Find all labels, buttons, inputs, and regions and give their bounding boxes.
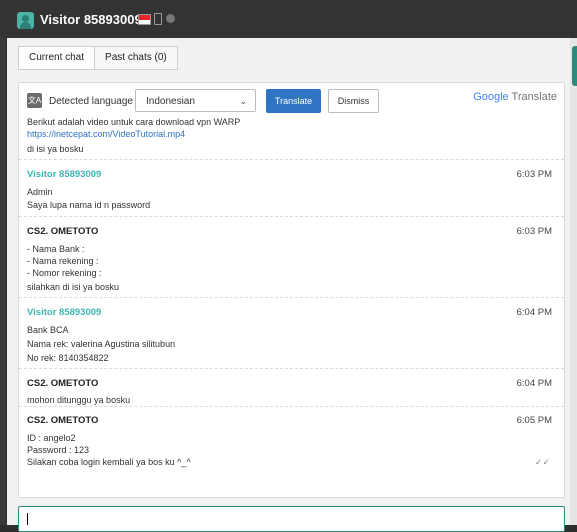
indonesia-flag-icon xyxy=(138,14,151,25)
visitor-title: Visitor 85893009 xyxy=(40,12,142,27)
message-item: Visitor 85893009 6:03 PM Admin Saya lupa… xyxy=(19,160,564,217)
message-line: Admin xyxy=(27,187,53,197)
message-time: 6:04 PM xyxy=(516,307,552,318)
message-line: Password : 123 xyxy=(27,445,90,455)
chat-transcript[interactable]: 文A Detected language Indonesian ⌄ Transl… xyxy=(18,82,565,498)
message-sender: Visitor 85893009 xyxy=(27,307,102,318)
message-time: 6:03 PM xyxy=(516,226,552,237)
message-time: 6:05 PM xyxy=(516,415,552,426)
translate-wordmark: Translate xyxy=(511,91,557,103)
google-translate-logo: Google Translate xyxy=(473,91,557,103)
dismiss-button[interactable]: Dismiss xyxy=(328,89,379,113)
message-line: di isi ya bosku xyxy=(27,144,84,154)
chevron-down-icon: ⌄ xyxy=(239,96,247,106)
message-line: - Nama rekening : xyxy=(27,256,99,266)
language-select[interactable]: Indonesian ⌄ xyxy=(135,89,256,112)
message-link[interactable]: https://inetcepat.com/VideoTutorial.mp4 xyxy=(27,129,185,139)
message-time: 6:03 PM xyxy=(516,169,552,180)
message-line: - Nomor rekening : xyxy=(27,268,102,278)
message-item: CS2. OMETOTO 6:04 PM mohon ditunggu ya b… xyxy=(19,369,564,407)
google-wordmark: Google xyxy=(473,91,509,103)
message-item: Berikut adalah video untuk cara download… xyxy=(19,117,564,160)
translate-language-icon: 文A xyxy=(27,93,42,108)
tab-current-chat[interactable]: Current chat xyxy=(18,46,96,70)
message-list: Berikut adalah video untuk cara download… xyxy=(19,117,564,477)
message-sender: CS2. OMETOTO xyxy=(27,378,99,389)
tab-past-chats[interactable]: Past chats (0) xyxy=(95,46,178,70)
left-window-strip xyxy=(0,0,6,525)
message-sender: Visitor 85893009 xyxy=(27,169,102,180)
message-sender: CS2. OMETOTO xyxy=(27,415,99,426)
chat-tabs: Current chat Past chats (0) xyxy=(18,46,178,70)
message-line: Nama rek: valerina Agustina silitubun xyxy=(27,339,176,349)
message-line: Berikut adalah video untuk cara download… xyxy=(27,117,241,127)
detected-language-label: Detected language xyxy=(49,96,133,107)
message-sender: CS2. OMETOTO xyxy=(27,226,99,237)
message-line: silahkan di isi ya bosku xyxy=(27,282,120,292)
chat-header: Visitor 85893009 xyxy=(0,0,577,38)
text-caret xyxy=(27,513,28,525)
language-select-value: Indonesian xyxy=(146,96,195,107)
message-line: No rek: 8140354822 xyxy=(27,353,109,363)
message-input[interactable] xyxy=(18,506,565,532)
translate-button[interactable]: Translate xyxy=(266,89,321,113)
message-line: Bank BCA xyxy=(27,325,69,335)
message-line: Silakan coba login kembali ya bos ku ^_^ xyxy=(27,457,191,467)
message-item: Visitor 85893009 6:04 PM Bank BCA Nama r… xyxy=(19,298,564,369)
message-line: Saya lupa nama id n password xyxy=(27,200,151,210)
visitor-avatar-icon xyxy=(17,12,34,29)
message-line: - Nama Bank : xyxy=(27,244,85,254)
read-receipt-icon: ✓✓ xyxy=(534,457,550,467)
message-line: ID : angelo2 xyxy=(27,433,76,443)
right-sidebar-edge xyxy=(570,38,577,525)
status-icon xyxy=(166,14,175,23)
message-time: 6:04 PM xyxy=(516,378,552,389)
message-item: CS2. OMETOTO 6:05 PM ID : angelo2 Passwo… xyxy=(19,407,564,477)
translate-bar: 文A Detected language Indonesian ⌄ Transl… xyxy=(27,89,557,115)
message-item: CS2. OMETOTO 6:03 PM - Nama Bank : - Nam… xyxy=(19,217,564,298)
message-line: mohon ditunggu ya bosku xyxy=(27,395,131,405)
mobile-device-icon xyxy=(154,13,162,25)
